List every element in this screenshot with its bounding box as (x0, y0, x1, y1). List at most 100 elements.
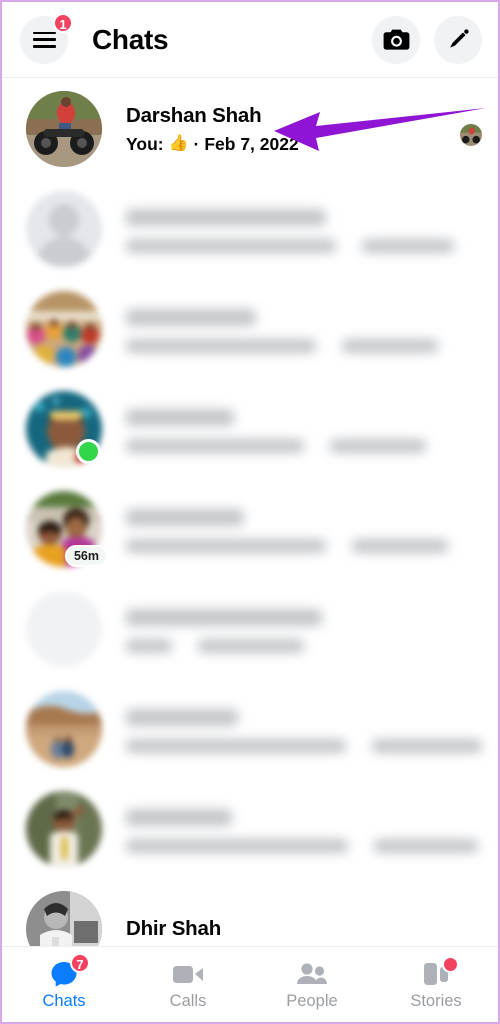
placeholder-head-icon (49, 204, 79, 236)
camera-button[interactable] (372, 15, 420, 64)
chat-row[interactable] (2, 279, 498, 379)
avatar-image-hiker (26, 791, 102, 867)
avatar-photo (26, 791, 102, 867)
chat-preview-obscured (126, 339, 482, 353)
chat-row[interactable]: Dhir Shah (2, 879, 498, 949)
chats-badge: 7 (70, 952, 90, 973)
preview-text-obscured (126, 339, 316, 353)
hamburger-menu-button[interactable]: 1 (20, 12, 73, 64)
avatar-default-person-placeholder (26, 191, 102, 267)
nav-label-people: People (286, 991, 338, 1010)
chat-row[interactable] (2, 679, 498, 779)
nav-tab-calls[interactable]: Calls (126, 947, 250, 1022)
seen-avatar-photo (460, 124, 482, 146)
chat-name-obscured (126, 809, 232, 826)
chat-row-text (126, 505, 482, 553)
avatar-photo (26, 691, 102, 767)
avatar-image-bw-portrait (26, 891, 102, 949)
chat-row[interactable] (2, 379, 498, 479)
nav-tab-stories[interactable]: Stories (374, 947, 498, 1022)
video-camera-glyph (173, 965, 203, 983)
avatar-photo (26, 91, 102, 167)
chat-row-text: Dhir Shah (126, 916, 482, 942)
menu-badge: 1 (53, 12, 73, 33)
chat-row-text (126, 705, 482, 753)
chat-preview-obscured (126, 439, 482, 453)
hamburger-menu-icon (32, 31, 56, 48)
preview-text-obscured (126, 839, 348, 853)
chat-name: Dhir Shah (126, 917, 222, 940)
chat-name-obscured (126, 609, 322, 626)
avatar-photo (26, 891, 102, 949)
chat-row[interactable] (2, 179, 498, 279)
chat-name-obscured (126, 709, 238, 726)
messenger-chats-screen: 1 Chats Darshan Shah You: 👍 · Feb 7, 202… (0, 0, 500, 1024)
nav-label-stories: Stories (410, 991, 462, 1010)
preview-text-obscured (126, 239, 336, 253)
chat-name-obscured (126, 209, 326, 226)
stories-dot-badge (442, 955, 459, 973)
chat-name-obscured (126, 409, 234, 426)
chat-timestamp-obscured (362, 239, 454, 253)
header-actions (372, 15, 482, 64)
chat-preview: You: 👍 · Feb 7, 2022 (126, 132, 460, 156)
placeholder-body-icon (37, 237, 91, 267)
online-status-dot (76, 439, 101, 464)
avatar-image-motorbike (26, 91, 102, 167)
preview-separator: · (193, 133, 200, 154)
avatar[interactable] (26, 91, 102, 167)
nav-tab-chats[interactable]: 7 Chats (2, 947, 126, 1022)
chat-timestamp-obscured (374, 839, 478, 853)
chat-row[interactable]: Darshan Shah You: 👍 · Feb 7, 2022 (2, 79, 498, 179)
avatar[interactable]: 56m (26, 491, 108, 567)
camera-icon (383, 29, 409, 50)
preview-text-obscured (126, 439, 304, 453)
people-icon (295, 960, 329, 988)
chat-row-text (126, 205, 482, 253)
chat-name-obscured (126, 509, 244, 526)
chat-row-text (126, 805, 482, 853)
chat-timestamp: Feb 7, 2022 (204, 133, 299, 154)
avatar[interactable] (26, 691, 102, 767)
bottom-navigation-bar[interactable]: 7 Chats Calls People Stories (2, 946, 498, 1022)
chat-preview-obscured (126, 239, 482, 253)
preview-text-obscured (126, 639, 172, 653)
compose-button[interactable] (434, 15, 482, 64)
seen-receipt-avatar (460, 124, 482, 146)
avatar[interactable] (26, 191, 102, 267)
avatar[interactable] (26, 791, 102, 867)
app-header: 1 Chats (2, 2, 498, 78)
chat-row-text (126, 305, 482, 353)
chat-name-obscured (126, 309, 256, 326)
chat-row[interactable] (2, 779, 498, 879)
avatar[interactable] (26, 391, 102, 467)
chat-row[interactable]: 56m (2, 479, 498, 579)
chat-bubble-icon: 7 (47, 952, 90, 988)
avatar[interactable] (26, 591, 102, 667)
nav-label-chats: Chats (42, 991, 86, 1010)
video-camera-icon (171, 960, 205, 988)
chat-timestamp-obscured (352, 539, 448, 553)
avatar[interactable] (26, 891, 102, 949)
avatar-photo (26, 291, 102, 367)
avatar[interactable] (26, 291, 102, 367)
chat-timestamp-obscured (330, 439, 426, 453)
page-title: Chats (92, 23, 169, 55)
chat-timestamp-obscured (342, 339, 438, 353)
chat-preview-obscured (126, 539, 482, 553)
chat-row[interactable] (2, 579, 498, 679)
pencil-compose-icon (449, 29, 469, 48)
thumbs-up-icon: 👍 (168, 134, 189, 152)
preview-prefix: You: (126, 133, 164, 154)
nav-tab-people[interactable]: People (250, 947, 374, 1022)
chat-name: Darshan Shah (126, 103, 262, 127)
avatar-image-canyon (26, 691, 102, 767)
chat-timestamp-obscured (372, 739, 482, 753)
chat-row-text (126, 405, 482, 453)
chat-row-text: Darshan Shah You: 👍 · Feb 7, 2022 (126, 103, 460, 156)
preview-text-obscured (126, 739, 346, 753)
preview-text-obscured (126, 539, 326, 553)
chat-row-text (126, 605, 482, 653)
people-glyph (297, 962, 327, 984)
chat-list[interactable]: Darshan Shah You: 👍 · Feb 7, 2022 56m Dh… (2, 79, 498, 949)
